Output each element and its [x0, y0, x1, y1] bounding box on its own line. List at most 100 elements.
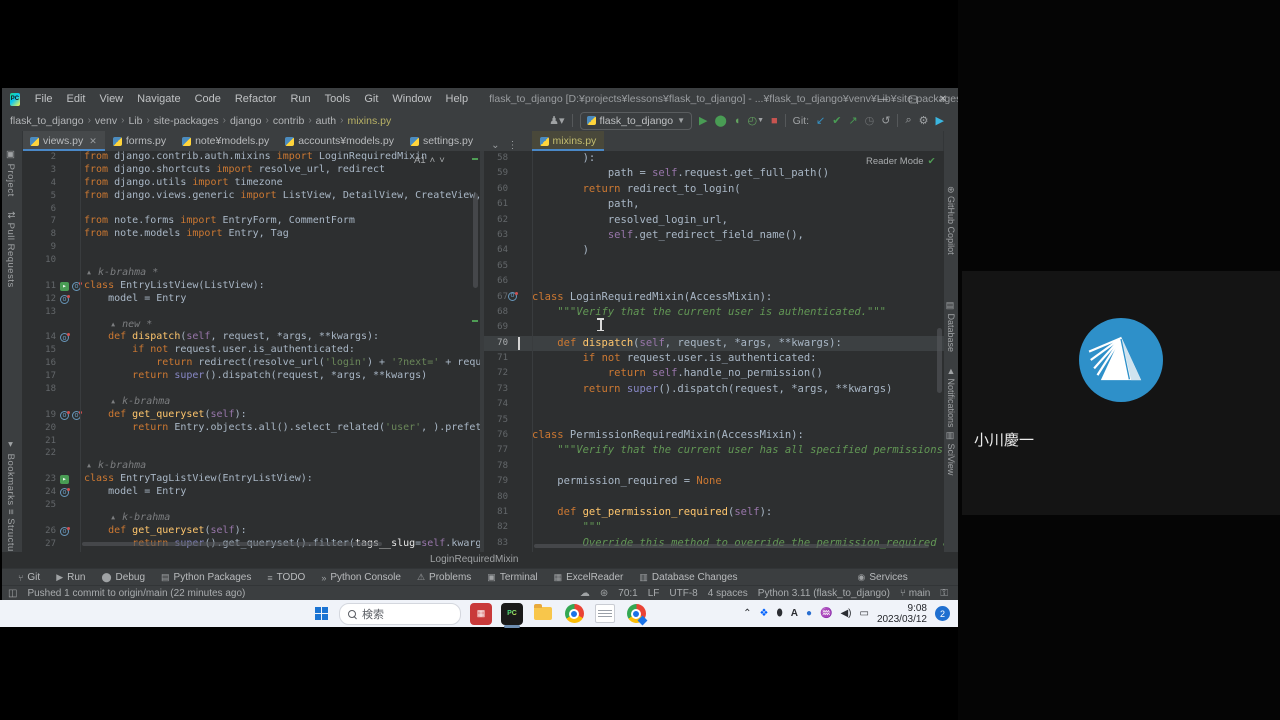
line-number[interactable]: 76	[484, 428, 508, 443]
override-gutter-icon[interactable]: o	[60, 527, 69, 536]
tool-button-services[interactable]: ◉Services	[858, 572, 908, 583]
git-status-message[interactable]: Pushed 1 commit to origin/main (22 minut…	[27, 588, 245, 599]
breadcrumb-item[interactable]: django	[230, 115, 262, 127]
prev-problem-chevron-icon[interactable]: ˄	[430, 155, 436, 166]
tool-button-todo[interactable]: ≡TODO	[267, 572, 305, 583]
next-problem-chevron-icon[interactable]: ˅	[439, 155, 445, 166]
close-button[interactable]: ✕	[928, 88, 958, 110]
tool-button-git[interactable]: ⑂Git	[18, 572, 40, 583]
line-number[interactable]: 83	[484, 536, 508, 551]
line-number[interactable]: 5	[22, 190, 56, 203]
sidebar-item-database[interactable]: ▤ Database	[946, 301, 956, 352]
menu-tools[interactable]: Tools	[318, 93, 358, 105]
line-number[interactable]: 23	[22, 473, 56, 486]
line-number[interactable]: 21	[22, 435, 56, 448]
maximize-button[interactable]: ▢	[898, 88, 928, 110]
line-number[interactable]: 10	[22, 254, 56, 267]
tab-options-kebab-icon[interactable]: ⋮	[508, 140, 518, 151]
screen-recorder-app-icon[interactable]: ▦	[470, 603, 492, 625]
tool-button-problems[interactable]: ⚠Problems	[417, 572, 471, 583]
breadcrumb-item[interactable]: site-packages	[154, 115, 219, 127]
menu-edit[interactable]: Edit	[60, 93, 93, 105]
lock-icon[interactable]: ⚿	[940, 588, 948, 599]
tab-note-models-py[interactable]: note¥models.py	[174, 131, 277, 151]
git-push-button[interactable]: ↗	[848, 114, 857, 127]
line-number[interactable]: 12	[22, 293, 56, 306]
line-number[interactable]: 78	[484, 459, 508, 474]
ime-mode-indicator[interactable]: A	[791, 608, 798, 619]
menu-file[interactable]: File	[28, 93, 60, 105]
line-separator[interactable]: LF	[648, 588, 660, 599]
line-number[interactable]: 67	[484, 290, 508, 305]
notepad-app-icon[interactable]	[594, 603, 616, 625]
line-number[interactable]: 61	[484, 197, 508, 212]
sidebar-item-github-copilot[interactable]: ⊛ GitHub Copilot	[946, 186, 956, 255]
indent-style[interactable]: 4 spaces	[708, 588, 748, 599]
override-gutter-icon[interactable]: o	[508, 292, 517, 301]
line-number[interactable]: 74	[484, 397, 508, 412]
file-encoding[interactable]: UTF-8	[669, 588, 697, 599]
search-everywhere-icon[interactable]: ⌕	[905, 114, 911, 127]
line-number[interactable]: 81	[484, 505, 508, 520]
right-editor-vscrollbar[interactable]	[937, 328, 942, 393]
line-number[interactable]: 65	[484, 259, 508, 274]
python-interpreter[interactable]: Python 3.11 (flask_to_django)	[758, 588, 890, 599]
menu-window[interactable]: Window	[385, 93, 438, 105]
line-number[interactable]: 69	[484, 320, 508, 335]
sidebar-item-pull-requests[interactable]: ⇅ Pull Requests	[5, 211, 16, 288]
tool-button-excelreader[interactable]: ▦ExcelReader	[554, 572, 624, 583]
override-gutter-icon[interactable]: o	[60, 488, 69, 497]
app-tray-ball-icon[interactable]: ●	[806, 608, 812, 619]
line-number[interactable]: 2	[22, 151, 56, 164]
line-number[interactable]: 7	[22, 215, 56, 228]
start-button[interactable]	[315, 607, 329, 621]
breadcrumb-item[interactable]: contrib	[273, 115, 305, 127]
line-number[interactable]: 80	[484, 490, 508, 505]
line-number[interactable]: 73	[484, 382, 508, 397]
tab-views-py[interactable]: views.py✕	[22, 131, 105, 151]
feature-trainer-icon[interactable]: ▶	[936, 114, 944, 127]
run-gutter-icon[interactable]: ▸	[60, 475, 69, 484]
run-configuration-select[interactable]: flask_to_django ▼	[580, 112, 692, 130]
line-number[interactable]: 4	[22, 177, 56, 190]
inspections-widget[interactable]: A1 ˄ ˅	[414, 155, 445, 166]
tool-button-terminal[interactable]: ▣Terminal	[487, 572, 537, 583]
tab-mixins-py[interactable]: mixins.py	[532, 131, 605, 151]
line-number[interactable]: 58	[484, 151, 508, 166]
right-editor-hscrollbar[interactable]	[534, 544, 929, 548]
line-number[interactable]: 59	[484, 166, 508, 181]
line-number[interactable]: 79	[484, 474, 508, 489]
line-number[interactable]: 72	[484, 366, 508, 381]
tab-accounts-models-py[interactable]: accounts¥models.py	[277, 131, 402, 151]
sidebar-item-bookmarks[interactable]: ▾ Bookmarks	[5, 439, 16, 506]
line-number[interactable]: 20	[22, 422, 56, 435]
tool-button-database-changes[interactable]: ▥Database Changes	[639, 572, 737, 583]
scope-breadcrumb[interactable]: LoginRequiredMixin	[430, 554, 518, 565]
line-number[interactable]: 71	[484, 351, 508, 366]
menu-code[interactable]: Code	[188, 93, 228, 105]
tray-expand-chevron-icon[interactable]: ⌃	[743, 608, 751, 619]
line-number[interactable]: 14	[22, 331, 56, 344]
editor-mixins-py[interactable]: 58 ):59 path = self.request.get_full_pat…	[484, 151, 944, 552]
stop-button[interactable]: ■	[771, 115, 778, 127]
line-number[interactable]: 16	[22, 357, 56, 370]
line-number[interactable]: 27	[22, 538, 56, 551]
override-gutter-icon[interactable]: o	[60, 411, 69, 420]
wifi-icon[interactable]: ♒	[820, 608, 832, 619]
line-number[interactable]: 6	[22, 203, 56, 216]
line-number[interactable]: 82	[484, 520, 508, 535]
line-number[interactable]: 3	[22, 164, 56, 177]
tool-button-run[interactable]: ▶Run	[56, 572, 85, 583]
chrome-profile-icon[interactable]	[625, 603, 647, 625]
microphone-icon[interactable]: ⬮	[776, 608, 782, 619]
line-number[interactable]: 68	[484, 305, 508, 320]
run-button[interactable]: ▶	[699, 114, 707, 127]
tool-button-python-packages[interactable]: ▤Python Packages	[161, 572, 251, 583]
tool-button-debug[interactable]: ⬤Debug	[101, 572, 145, 583]
line-number[interactable]: 64	[484, 243, 508, 258]
menu-git[interactable]: Git	[357, 93, 385, 105]
editor-views-py[interactable]: 2from django.contrib.auth.mixins import …	[22, 151, 480, 552]
line-number[interactable]: 60	[484, 182, 508, 197]
breadcrumb-item[interactable]: mixins.py	[347, 115, 391, 127]
override-gutter-icon[interactable]: o	[60, 295, 69, 304]
